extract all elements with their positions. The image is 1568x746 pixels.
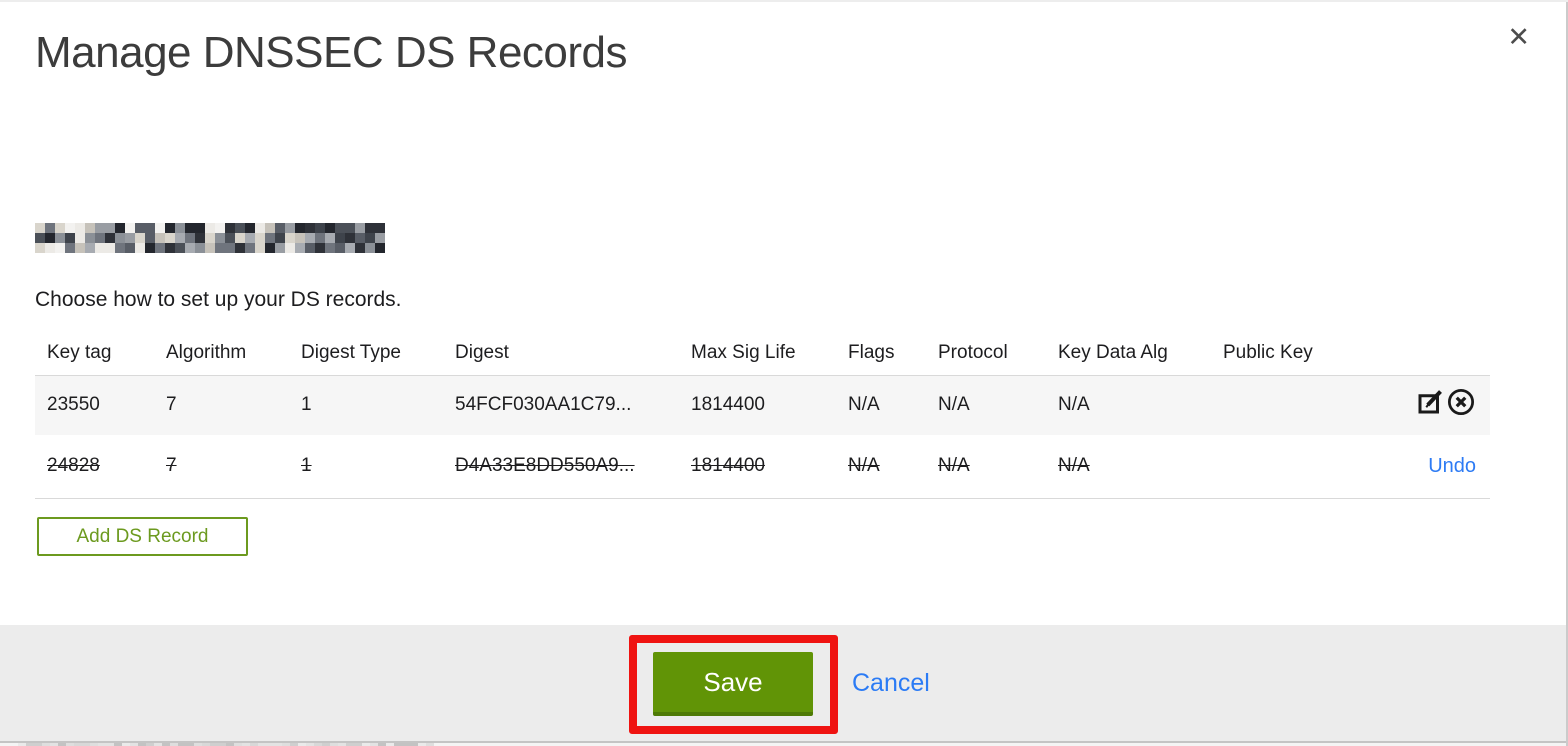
table-row-deleted: 24828 7 1 D4A33E8DD550A9... 1814400 N/A … [35, 435, 1490, 499]
cell-digest-type: 1 [301, 455, 312, 477]
dnssec-dialog: Manage DNSSEC DS Records ✕ Choose how to… [0, 0, 1568, 746]
cell-digest: D4A33E8DD550A9... [455, 455, 635, 477]
cancel-link[interactable]: Cancel [852, 669, 930, 698]
cell-max-sig-life: 1814400 [691, 455, 765, 477]
col-header-flags: Flags [836, 332, 926, 376]
save-button[interactable]: Save [653, 652, 813, 716]
undo-link[interactable]: Undo [1428, 455, 1476, 477]
redacted-domain-name [35, 223, 385, 253]
cell-protocol: N/A [938, 455, 970, 477]
cell-flags: N/A [848, 394, 880, 416]
cell-key-data-alg: N/A [1058, 455, 1090, 477]
add-ds-record-button[interactable]: Add DS Record [37, 517, 248, 556]
cell-algorithm: 7 [166, 394, 177, 416]
col-header-digest-type: Digest Type [289, 332, 443, 376]
col-header-protocol: Protocol [926, 332, 1046, 376]
cell-key-data-alg: N/A [1058, 394, 1090, 416]
col-header-key-tag: Key tag [35, 332, 154, 376]
close-icon[interactable]: ✕ [1507, 24, 1530, 51]
table-row-active: 23550 7 1 54FCF030AA1C79... 1814400 N/A … [35, 375, 1490, 435]
delete-icon[interactable] [1446, 387, 1476, 423]
cell-digest: 54FCF030AA1C79... [455, 394, 632, 416]
cell-algorithm: 7 [166, 455, 177, 477]
cell-digest-type: 1 [301, 394, 312, 416]
cell-key-tag: 24828 [47, 455, 100, 477]
table-header-row: Key tag Algorithm Digest Type Digest Max… [35, 332, 1490, 376]
col-header-public-key: Public Key [1211, 332, 1490, 376]
edit-icon[interactable] [1415, 387, 1445, 423]
col-header-digest: Digest [443, 332, 679, 376]
dialog-subtitle: Choose how to set up your DS records. [35, 288, 402, 311]
cell-max-sig-life: 1814400 [691, 394, 765, 416]
col-header-algorithm: Algorithm [154, 332, 289, 376]
cell-flags: N/A [848, 455, 880, 477]
dialog-title: Manage DNSSEC DS Records [35, 28, 628, 77]
col-header-key-data-alg: Key Data Alg [1046, 332, 1211, 376]
ds-records-table: Key tag Algorithm Digest Type Digest Max… [35, 332, 1490, 499]
cell-key-tag: 23550 [47, 394, 100, 416]
col-header-max-sig-life: Max Sig Life [679, 332, 836, 376]
cell-protocol: N/A [938, 394, 970, 416]
